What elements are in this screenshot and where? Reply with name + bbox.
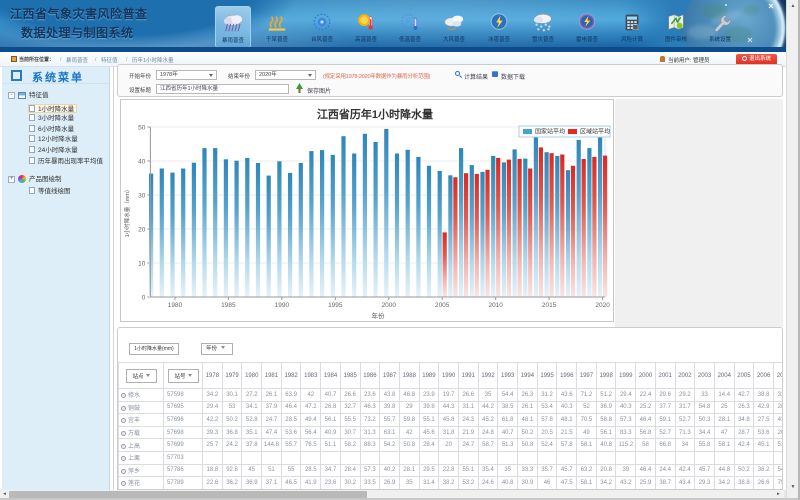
svg-text:1985: 1985 bbox=[221, 302, 236, 309]
svg-text:20: 20 bbox=[138, 227, 146, 234]
svg-text:30: 30 bbox=[138, 193, 146, 200]
svg-text:50: 50 bbox=[138, 125, 146, 132]
svg-text:年份: 年份 bbox=[372, 311, 386, 320]
svg-text:1995: 1995 bbox=[328, 302, 343, 309]
svg-text:2020: 2020 bbox=[595, 302, 610, 309]
svg-text:2010: 2010 bbox=[488, 302, 503, 309]
svg-text:0: 0 bbox=[142, 295, 146, 302]
svg-text:2015: 2015 bbox=[542, 302, 557, 309]
svg-text:40: 40 bbox=[138, 159, 146, 166]
svg-text:2000: 2000 bbox=[382, 302, 397, 309]
svg-text:1小时降水量（mm）: 1小时降水量（mm） bbox=[123, 187, 131, 238]
svg-text:1990: 1990 bbox=[275, 302, 290, 309]
svg-text:10: 10 bbox=[138, 261, 146, 268]
svg-text:国家站平均: 国家站平均 bbox=[535, 128, 565, 136]
svg-text:2005: 2005 bbox=[435, 302, 450, 309]
svg-text:1980: 1980 bbox=[168, 302, 183, 309]
svg-text:区域站平均: 区域站平均 bbox=[580, 128, 610, 136]
